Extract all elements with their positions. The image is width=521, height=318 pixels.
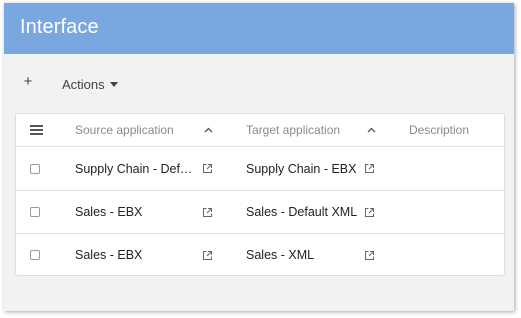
external-link-icon[interactable] — [364, 191, 378, 233]
source-text: Sales - EBX — [75, 248, 143, 262]
source-text: Sales - EBX — [75, 205, 143, 219]
target-cell: Supply Chain - EBX — [246, 147, 366, 190]
table-row[interactable]: Supply Chain - Default XML Supply Chain … — [16, 147, 504, 191]
target-text: Sales - XML — [246, 248, 315, 262]
external-link-icon[interactable] — [202, 191, 216, 233]
table-header-row: Source application Target application De… — [16, 114, 504, 147]
app-window: Interface + Actions Source application T… — [4, 3, 514, 311]
source-cell: Sales - EBX — [75, 191, 200, 233]
hamburger-menu-icon[interactable] — [30, 114, 44, 146]
source-cell: Supply Chain - Default XML — [75, 147, 200, 190]
page-header: Interface — [4, 3, 514, 54]
column-header-description[interactable]: Description — [409, 114, 469, 146]
external-link-icon[interactable] — [364, 147, 378, 190]
page-title: Interface — [20, 16, 99, 38]
column-header-target[interactable]: Target application — [246, 114, 366, 146]
actions-menu-button[interactable]: Actions — [62, 76, 118, 92]
row-checkbox[interactable] — [30, 234, 42, 276]
external-link-icon[interactable] — [202, 147, 216, 190]
target-cell: Sales - Default XML — [246, 191, 366, 233]
row-checkbox[interactable] — [30, 191, 42, 233]
target-text: Sales - Default XML — [246, 205, 358, 219]
external-link-icon[interactable] — [364, 234, 378, 276]
caret-down-icon — [109, 81, 118, 87]
row-checkbox[interactable] — [30, 147, 42, 190]
chevron-up-icon[interactable] — [367, 114, 376, 146]
add-button[interactable]: + — [21, 74, 35, 90]
toolbar: + Actions — [4, 54, 514, 111]
interface-table: Source application Target application De… — [15, 113, 505, 276]
actions-label: Actions — [62, 76, 105, 92]
table-row[interactable]: Sales - EBX Sales - Default XML — [16, 191, 504, 234]
source-cell: Sales - EBX — [75, 234, 200, 276]
source-text: Supply Chain - Default XML — [75, 161, 198, 176]
table-row[interactable]: Sales - EBX Sales - XML — [16, 234, 504, 276]
column-header-source[interactable]: Source application — [75, 114, 200, 146]
external-link-icon[interactable] — [202, 234, 216, 276]
chevron-up-icon[interactable] — [204, 114, 213, 146]
target-cell: Sales - XML — [246, 234, 366, 276]
target-text: Supply Chain - EBX — [246, 161, 357, 176]
